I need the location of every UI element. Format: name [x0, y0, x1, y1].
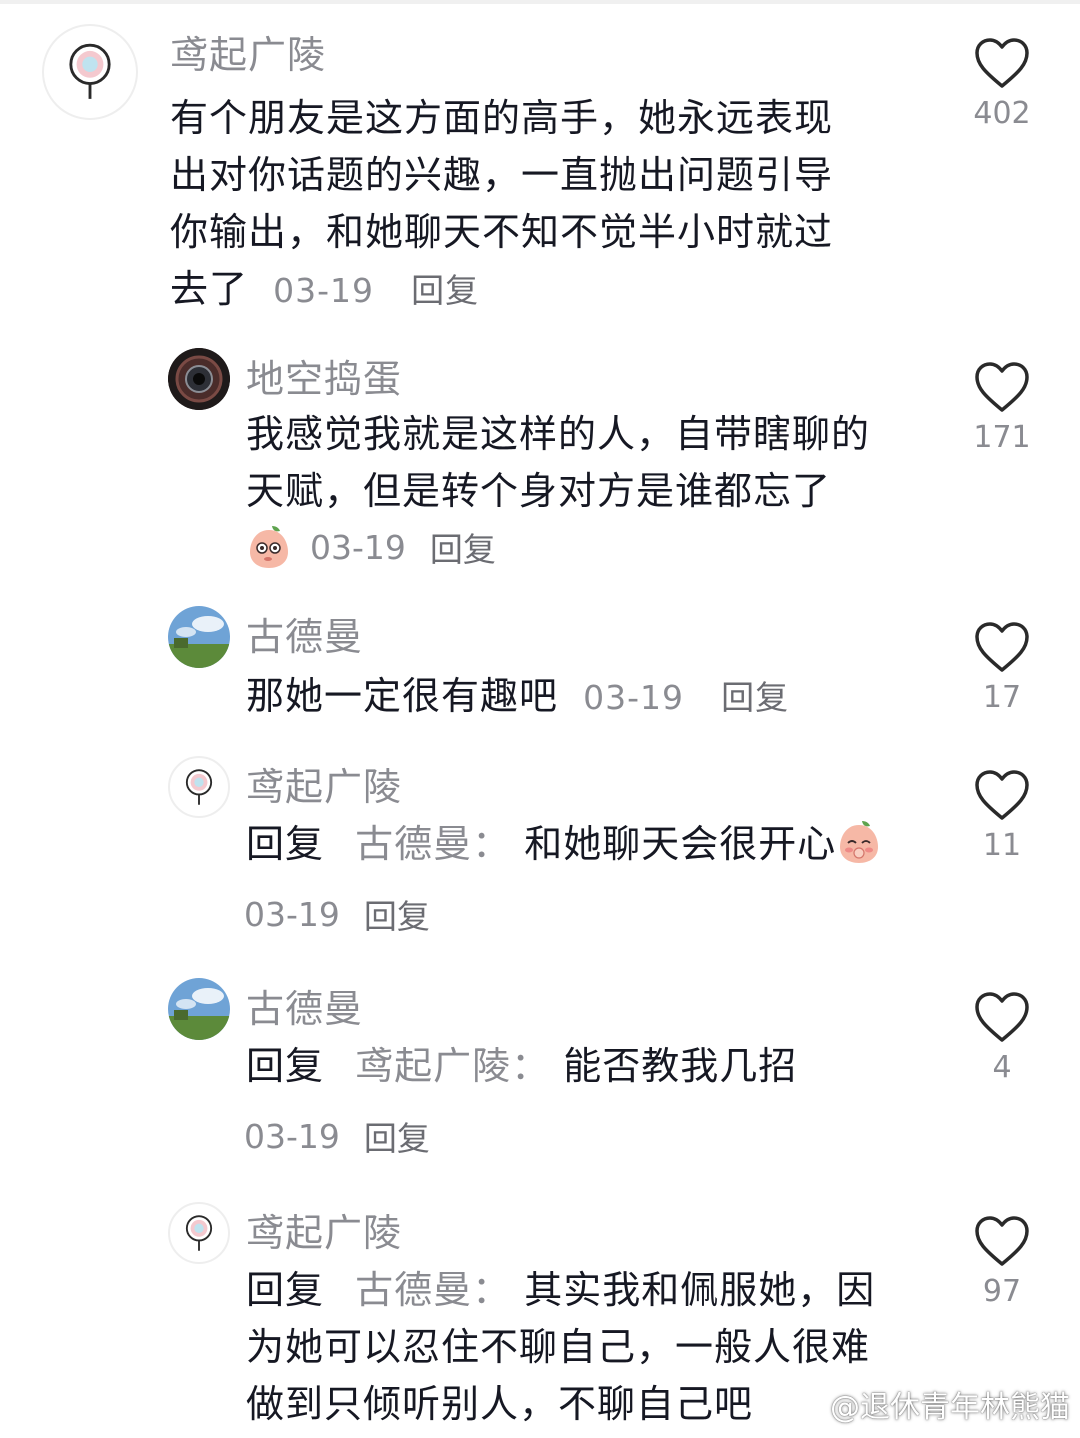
avatar[interactable]	[42, 24, 138, 120]
avatar[interactable]	[168, 348, 230, 410]
avatar[interactable]	[168, 978, 230, 1040]
like-button[interactable]: 97	[970, 1214, 1034, 1309]
reply-target-user[interactable]: 古德曼：	[355, 822, 511, 866]
reply-button[interactable]: 回复	[721, 678, 789, 717]
like-button[interactable]: 11	[970, 768, 1034, 863]
comment-text-line: 其实我和佩服她，因	[524, 1268, 876, 1312]
reply-button[interactable]: 回复	[364, 1112, 430, 1160]
comment-text-line: 能否教我几招	[563, 1044, 798, 1088]
like-button[interactable]: 4	[970, 990, 1034, 1085]
heart-icon	[975, 992, 1029, 1042]
comment-item: 鸢起广陵 回复 古德曼： 和她聊天会很开心 03-19 回复 11	[0, 750, 1080, 950]
heart-icon	[975, 38, 1029, 88]
like-count: 17	[982, 680, 1022, 715]
comment-text: 回复 鸢起广陵： 能否教我几招	[246, 1038, 966, 1095]
dark-lens-avatar-icon	[168, 348, 230, 410]
like-count: 97	[982, 1274, 1022, 1309]
comment-text: 回复 古德曼： 和她聊天会很开心	[246, 816, 966, 873]
username[interactable]: 鸢起广陵	[170, 24, 326, 79]
landscape-avatar-icon	[168, 978, 230, 1040]
heart-icon	[975, 1216, 1029, 1266]
heart-icon	[975, 362, 1029, 412]
username[interactable]: 鸢起广陵	[246, 756, 402, 811]
landscape-avatar-icon	[168, 606, 230, 668]
comment-text-line: 出对你话题的兴趣，一直抛出问题引导	[170, 153, 834, 197]
comment-item: 古德曼 那她一定很有趣吧 03-19 回复 17	[0, 600, 1080, 740]
like-count: 171	[973, 420, 1031, 455]
like-count: 4	[992, 1050, 1012, 1085]
comment-text-line: 我感觉我就是这样的人，自带瞎聊的	[246, 412, 871, 456]
comment-meta: 03-19 回复	[244, 890, 430, 938]
like-button[interactable]: 17	[970, 620, 1034, 715]
watermark-text: @退休青年林熊猫	[830, 1390, 1070, 1425]
heart-icon	[975, 770, 1029, 820]
comment-text-line: 有个朋友是这方面的高手，她永远表现	[170, 96, 834, 140]
reply-button[interactable]: 回复	[364, 890, 430, 938]
reply-target-user[interactable]: 古德曼：	[355, 1268, 511, 1312]
like-count: 402	[973, 96, 1031, 131]
comment-item: 地空捣蛋 我感觉我就是这样的人，自带瞎聊的 天赋，但是转个身对方是谁都忘了 03…	[0, 340, 1080, 580]
lollipop-avatar-icon	[185, 1215, 213, 1251]
reply-prefix: 回复	[246, 1044, 325, 1088]
comment-text-line-first: 回复 古德曼： 其实我和佩服她，因	[246, 1262, 966, 1319]
like-button[interactable]: 171	[970, 360, 1034, 455]
comment-item: 鸢起广陵 有个朋友是这方面的高手，她永远表现 出对你话题的兴趣，一直抛出问题引导…	[0, 0, 1080, 320]
lollipop-avatar-icon	[69, 43, 111, 99]
comment-text-line: 那她一定很有趣吧	[246, 674, 559, 718]
heart-icon	[975, 622, 1029, 672]
comment-text-line: 天赋，但是转个身对方是谁都忘了	[246, 469, 832, 513]
peach-thinking-emoji-icon	[250, 526, 288, 568]
username[interactable]: 古德曼	[246, 606, 363, 661]
comment-meta: 03-19 回复	[246, 523, 496, 571]
username[interactable]: 地空捣蛋	[246, 348, 402, 403]
username[interactable]: 古德曼	[246, 978, 363, 1033]
comment-text: 那她一定很有趣吧 03-19 回复	[246, 668, 946, 726]
comment-meta: 03-19 回复	[244, 1112, 430, 1160]
comment-date: 03-19	[244, 1116, 340, 1156]
comment-date: 03-19	[310, 527, 406, 567]
avatar[interactable]	[168, 1202, 230, 1264]
reply-button[interactable]: 回复	[411, 271, 479, 310]
avatar[interactable]	[168, 606, 230, 668]
reply-target-user[interactable]: 鸢起广陵：	[355, 1044, 550, 1088]
peach-shy-emoji-icon	[840, 821, 879, 863]
username[interactable]: 鸢起广陵	[246, 1202, 402, 1257]
comment-date: 03-19	[583, 678, 684, 717]
like-count: 11	[982, 828, 1022, 863]
reply-button[interactable]: 回复	[430, 523, 496, 571]
comment-text-line-last: 去了 03-19 回复	[170, 261, 930, 319]
comment-date: 03-19	[244, 894, 340, 934]
comment-text-line: 去了	[170, 267, 249, 311]
weibo-icon	[783, 1390, 822, 1421]
lollipop-avatar-icon	[185, 769, 213, 805]
like-button[interactable]: 402	[970, 36, 1034, 131]
avatar[interactable]	[168, 756, 230, 818]
comment-text: 我感觉我就是这样的人，自带瞎聊的 天赋，但是转个身对方是谁都忘了	[246, 406, 946, 520]
reply-prefix: 回复	[246, 1268, 325, 1312]
comment-text: 有个朋友是这方面的高手，她永远表现 出对你话题的兴趣，一直抛出问题引导 你输出，…	[170, 90, 930, 319]
comment-item: 古德曼 回复 鸢起广陵： 能否教我几招 03-19 回复 4	[0, 972, 1080, 1172]
comment-text-line: 你输出，和她聊天不知不觉半小时就过	[170, 210, 834, 254]
reply-prefix: 回复	[246, 822, 325, 866]
comment-text-line: 为她可以忍住不聊自己，一般人很难	[246, 1325, 871, 1369]
watermark: @退休青年林熊猫	[782, 1382, 1070, 1426]
comment-text-line: 和她聊天会很开心	[524, 822, 837, 866]
comment-date: 03-19	[273, 271, 374, 310]
